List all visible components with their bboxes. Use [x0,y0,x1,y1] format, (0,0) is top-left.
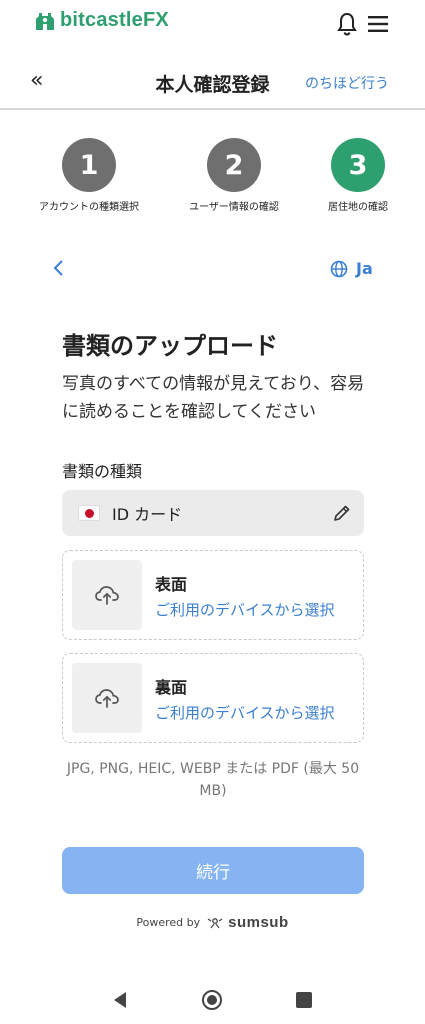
step-2-label: ユーザー情報の確認 [189,202,279,213]
upload-back-link[interactable]: ご利用のデバイスから選択 [155,702,335,723]
doc-type-select[interactable]: ID カード [62,490,364,536]
file-format-note: JPG, PNG, HEIC, WEBP または PDF (最大 50 MB) [66,761,360,799]
page-header: « 本人確認登録 のちほど行う [0,58,425,110]
globe-icon [330,260,348,277]
brand-name: bitcastleFX [60,9,169,32]
step-2: 2 ユーザー情報の確認 [164,138,304,213]
step-1-circle: 1 [62,138,116,192]
powered-by-text: Powered by [136,916,201,929]
brand-name-part2: FX [142,9,169,31]
step-3: 3 居住地の確認 [288,138,425,213]
pencil-icon[interactable] [332,503,352,523]
step-3-circle: 3 [331,138,385,192]
upload-front-title: 表面 [155,575,188,594]
upload-front[interactable]: 表面 ご利用のデバイスから選択 [62,550,364,640]
brand-name-part1: bitcastle [60,9,143,31]
do-later-link[interactable]: のちほど行う [305,73,389,93]
bell-icon[interactable] [336,12,358,36]
step-1-label: アカウントの種類選択 [39,202,139,213]
bitcastle-logo-icon [36,12,54,30]
upload-back[interactable]: 裏面 ご利用のデバイスから選択 [62,653,364,743]
upload-front-link[interactable]: ご利用のデバイスから選択 [155,599,335,620]
doc-type-value: ID カード [112,505,183,524]
doc-type-label: 書類の種類 [62,462,143,481]
language-label: Ja [356,259,373,278]
cloud-upload-icon [95,689,119,708]
system-home-icon[interactable] [201,989,223,1011]
upload-back-thumb[interactable] [72,663,142,733]
hamburger-menu-icon[interactable] [368,15,388,33]
cloud-upload-icon [95,586,119,605]
system-back-icon[interactable] [112,991,128,1009]
powered-by-footer: Powered by sumsub [0,914,425,931]
section-description: 写真のすべての情報が見えており、容易に読めることを確認してください [62,374,365,422]
upload-front-thumb[interactable] [72,560,142,630]
upload-back-title: 裏面 [155,678,188,697]
continue-button[interactable]: 続行 [62,847,364,894]
brand-logo[interactable]: bitcastleFX [34,9,169,32]
step-1: 1 アカウントの種類選択 [19,138,159,213]
step-3-label: 居住地の確認 [328,202,388,213]
section-title: 書類のアップロード [62,332,278,360]
japan-flag-icon [78,505,100,521]
step-2-circle: 2 [207,138,261,192]
language-selector[interactable]: Ja [330,259,373,278]
app-top-bar: bitcastleFX [0,0,425,50]
sumsub-logo-icon [207,917,223,928]
chevron-left-icon[interactable] [52,258,66,278]
system-recents-icon[interactable] [296,992,312,1008]
provider-name: sumsub [228,914,289,931]
